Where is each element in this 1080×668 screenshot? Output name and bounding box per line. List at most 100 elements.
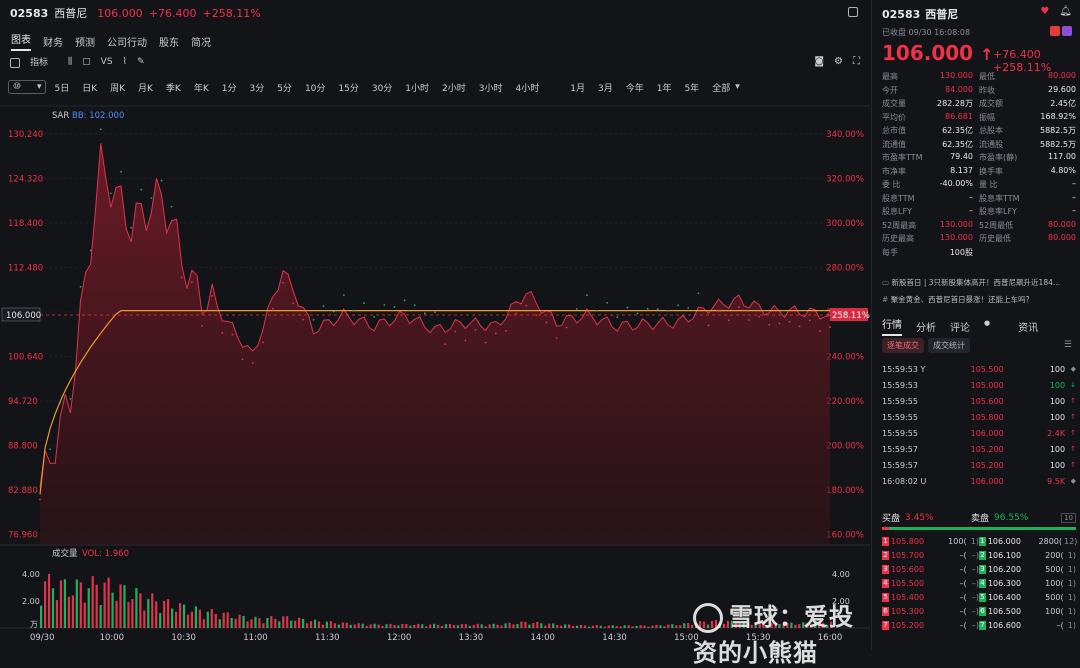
sar-dot <box>829 326 831 328</box>
tab-quotes[interactable]: 行情 <box>882 316 902 336</box>
trade-row: 15:59:55 105.800 100 ↑ <box>882 409 1076 425</box>
x-axis-label: 12:00 <box>387 633 412 643</box>
stat-value: 8.137 <box>950 165 973 175</box>
volume-bar <box>615 626 618 628</box>
news-item[interactable]: ▭ 新股首日 | 3只新股集体高开！西普尼飙升近184... <box>882 277 1060 288</box>
news-item[interactable]: # 聚金黄金、西普尼首日暴涨！还能上车吗？ <box>882 294 1033 305</box>
y-axis-label: 124.320 <box>8 175 43 185</box>
volume-bar <box>127 602 130 628</box>
stat-label: 成交额 <box>979 99 1003 109</box>
sar-dot <box>646 307 649 310</box>
depth-toggle[interactable]: 10 <box>1061 512 1076 523</box>
volume-bar <box>270 616 273 628</box>
x-axis-label: 13:30 <box>459 633 484 643</box>
ask-level[interactable]: 5 106.400 500(1) <box>979 592 1076 602</box>
volume-bar <box>155 601 158 628</box>
bid-level[interactable]: 7 105.200 –(–) <box>882 620 979 630</box>
tab-analysis[interactable]: 分析 <box>916 319 936 334</box>
volume-bar <box>444 624 448 628</box>
ask-level[interactable]: 7 106.600 –(1) <box>979 620 1076 630</box>
market-badges <box>1048 26 1072 36</box>
ask-level[interactable]: 4 106.300 100(1) <box>979 578 1076 588</box>
volume-bar <box>238 614 241 628</box>
sar-dot <box>322 305 325 308</box>
sar-dot <box>130 226 133 229</box>
bid-level[interactable]: 3 105.600 –(–) <box>882 564 979 574</box>
volume-bar <box>353 624 356 628</box>
volume-bar <box>206 611 209 628</box>
volume-bar <box>43 581 47 628</box>
y-axis-label: 76.960 <box>8 531 38 541</box>
tab-tick-trades[interactable]: 逐笔成交 <box>882 338 924 353</box>
ask-level[interactable]: 6 106.500 100(1) <box>979 606 1076 616</box>
tab-news[interactable]: 资讯 <box>1018 319 1038 334</box>
volume-bar <box>627 625 630 628</box>
volume-bar <box>472 624 475 628</box>
volume-bar <box>75 579 78 628</box>
sar-dot <box>423 312 426 315</box>
sar-dot <box>586 294 588 297</box>
volume-bar <box>99 604 102 628</box>
volume-bar <box>667 624 670 628</box>
trade-cell: 100 <box>1049 412 1066 422</box>
sar-dot <box>525 304 528 307</box>
menu-icon[interactable]: ☰ <box>1064 340 1072 350</box>
volume-bar <box>317 621 321 628</box>
stat-label: 今开 <box>882 85 898 95</box>
trade-cell: 105.500 <box>970 364 1004 374</box>
bid-level[interactable]: 6 105.300 –(–) <box>882 606 979 616</box>
x-axis-label: 11:30 <box>315 633 340 643</box>
lightning-icon <box>1062 26 1072 36</box>
sar-dot <box>211 294 214 297</box>
volume-bar <box>282 616 285 628</box>
ask-level[interactable]: 1 106.000 2800(12) <box>979 536 1077 546</box>
volume-bar <box>663 626 666 628</box>
orderbook-header: 买盘 3.45% 卖盘 96.55% 10 <box>882 511 1076 524</box>
volume-bar <box>421 624 424 628</box>
stat-value: 100股 <box>949 247 973 257</box>
favorite-heart-icon[interactable]: ♥ <box>1040 6 1049 17</box>
volume-bar <box>567 624 571 628</box>
volume-bar <box>198 609 201 628</box>
bid-level[interactable]: 1 105.800 100(1) <box>882 536 979 546</box>
price-chart[interactable]: 130.240 340.00% 124.320 320.00% 118.400 300.0… <box>0 0 870 650</box>
volume-bar <box>47 574 51 628</box>
trade-row: 15:59:57 105.200 100 ↑ <box>882 441 1076 457</box>
sar-dot <box>231 333 234 336</box>
ask-level[interactable]: 2 106.100 200(1) <box>979 550 1076 560</box>
tab-trade-stats[interactable]: 成交统计 <box>928 338 970 353</box>
volume-bar <box>313 619 317 628</box>
stat-row: 市净率 8.137 换手率 4.80% <box>882 165 1076 179</box>
sar-dot <box>363 302 366 304</box>
neutral-diamond-icon: ◆ <box>1070 477 1076 485</box>
volume-bar <box>171 608 174 628</box>
up-arrow-icon: ↑ <box>1070 461 1076 469</box>
up-arrow-icon: ↑ <box>1070 445 1076 453</box>
volume-bar <box>174 611 178 628</box>
bid-level[interactable]: 2 105.700 –(–) <box>882 550 979 560</box>
volume-bar <box>71 595 74 628</box>
trade-cell: 15:59:55 <box>882 428 918 438</box>
volume-bar <box>361 623 364 628</box>
volume-bar <box>40 605 43 628</box>
volume-bar <box>643 625 646 628</box>
xueqiu-logo-icon <box>693 603 723 633</box>
volume-bar <box>83 602 86 628</box>
y-axis-right-label: 240.00% <box>826 353 864 363</box>
trade-cell: 105.600 <box>970 396 1004 406</box>
stat-value: – <box>969 206 973 216</box>
trade-cell: 9.5K <box>1047 476 1066 486</box>
bell-icon[interactable]: 🔔︎ <box>1059 6 1072 17</box>
tab-comments[interactable]: 评论 ● <box>950 319 1004 334</box>
stat-label: 最高 <box>882 72 898 82</box>
trade-cell: 16:08:02 U <box>882 476 927 486</box>
ask-level[interactable]: 3 106.200 500(1) <box>979 564 1076 574</box>
bid-level[interactable]: 4 105.500 –(–) <box>882 578 979 588</box>
bid-level[interactable]: 5 105.400 –(–) <box>882 592 979 602</box>
volume-bar <box>579 624 583 628</box>
volume-bar <box>226 612 229 628</box>
volume-bar <box>294 620 297 628</box>
sar-dot <box>454 330 457 333</box>
volume-bar <box>242 615 245 628</box>
volume-bar <box>524 621 527 628</box>
